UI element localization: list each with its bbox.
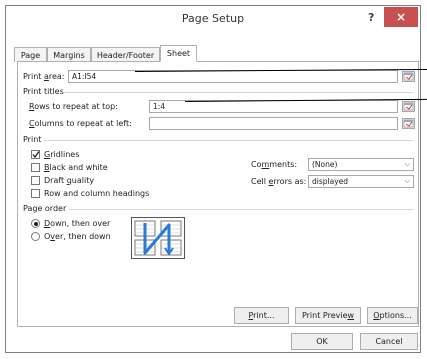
draft-quality-label: Draft quality bbox=[44, 176, 95, 185]
help-button[interactable]: ? bbox=[368, 11, 374, 24]
dialog-title: Page Setup bbox=[181, 12, 245, 25]
print-area-collapse-button[interactable] bbox=[402, 71, 415, 82]
comments-select[interactable]: (None) ⌵ bbox=[308, 158, 414, 171]
row-column-headings-label: Row and column headings bbox=[44, 189, 150, 198]
columns-to-repeat-label: Columns to repeat at left: bbox=[29, 119, 132, 128]
title-bar: Page Setup ? × bbox=[6, 6, 420, 32]
columns-to-repeat-input[interactable] bbox=[149, 117, 398, 130]
close-icon: × bbox=[395, 10, 407, 24]
ok-button[interactable]: OK bbox=[291, 333, 353, 350]
print-area-input[interactable]: A1:I54 bbox=[68, 70, 398, 83]
range-select-icon bbox=[403, 102, 414, 111]
down-then-over-radio[interactable] bbox=[31, 219, 40, 228]
print-titles-heading: Print titles bbox=[23, 87, 64, 96]
tab-label: Page bbox=[20, 51, 41, 60]
cell-errors-label: Cell errors as: bbox=[251, 177, 307, 186]
over-then-down-label: Over, then down bbox=[44, 232, 111, 241]
columns-collapse-button[interactable] bbox=[402, 118, 415, 129]
cell-errors-select[interactable]: displayed ⌵ bbox=[308, 175, 414, 188]
checkmark-icon bbox=[32, 151, 40, 159]
gridlines-checkbox[interactable] bbox=[31, 150, 40, 159]
gridlines-label: Gridlines bbox=[44, 150, 80, 159]
tab-page[interactable]: Page bbox=[14, 47, 47, 62]
radio-dot bbox=[33, 221, 38, 226]
close-button[interactable]: × bbox=[384, 7, 418, 27]
down-then-over-label: Down, then over bbox=[44, 219, 111, 228]
print-button[interactable]: Print... bbox=[234, 307, 289, 324]
range-select-icon bbox=[403, 119, 414, 128]
page-order-heading: Page order bbox=[23, 204, 67, 213]
tab-margins[interactable]: Margins bbox=[47, 47, 91, 62]
print-heading: Print bbox=[23, 135, 42, 144]
print-preview-button[interactable]: Print Preview bbox=[295, 307, 361, 324]
dropdown-arrow-icon: ⌵ bbox=[404, 177, 410, 185]
rows-to-repeat-value: 1:4 bbox=[153, 102, 166, 111]
print-titles-divider bbox=[64, 92, 414, 93]
dropdown-arrow-icon: ⌵ bbox=[404, 160, 410, 168]
rows-to-repeat-label: Rows to repeat at top: bbox=[29, 102, 118, 111]
page-setup-dialog: Page Setup ? × Page Margins Header/Foote… bbox=[5, 5, 421, 353]
cell-errors-value: displayed bbox=[312, 177, 349, 186]
print-area-label: Print area: bbox=[23, 72, 65, 81]
comments-value: (None) bbox=[312, 160, 338, 169]
black-and-white-label: Black and white bbox=[44, 163, 108, 172]
options-button[interactable]: Options... bbox=[367, 307, 418, 324]
page-order-preview-icon bbox=[131, 217, 185, 259]
over-then-down-radio[interactable] bbox=[31, 232, 40, 241]
print-divider bbox=[44, 140, 414, 141]
black-and-white-checkbox[interactable] bbox=[31, 163, 40, 172]
tab-header-footer[interactable]: Header/Footer bbox=[91, 47, 160, 62]
row-column-headings-checkbox[interactable] bbox=[31, 189, 40, 198]
tab-label: Margins bbox=[53, 51, 85, 60]
cancel-button[interactable]: Cancel bbox=[360, 333, 418, 350]
draft-quality-checkbox[interactable] bbox=[31, 176, 40, 185]
tab-sheet[interactable]: Sheet bbox=[160, 45, 197, 62]
comments-label: Comments: bbox=[251, 160, 298, 169]
print-area-value: A1:I54 bbox=[72, 72, 97, 81]
tab-label: Sheet bbox=[166, 49, 191, 58]
rows-collapse-button[interactable] bbox=[402, 101, 415, 112]
tab-label: Header/Footer bbox=[96, 51, 155, 60]
page-order-divider bbox=[69, 209, 414, 210]
range-select-icon bbox=[403, 72, 414, 81]
